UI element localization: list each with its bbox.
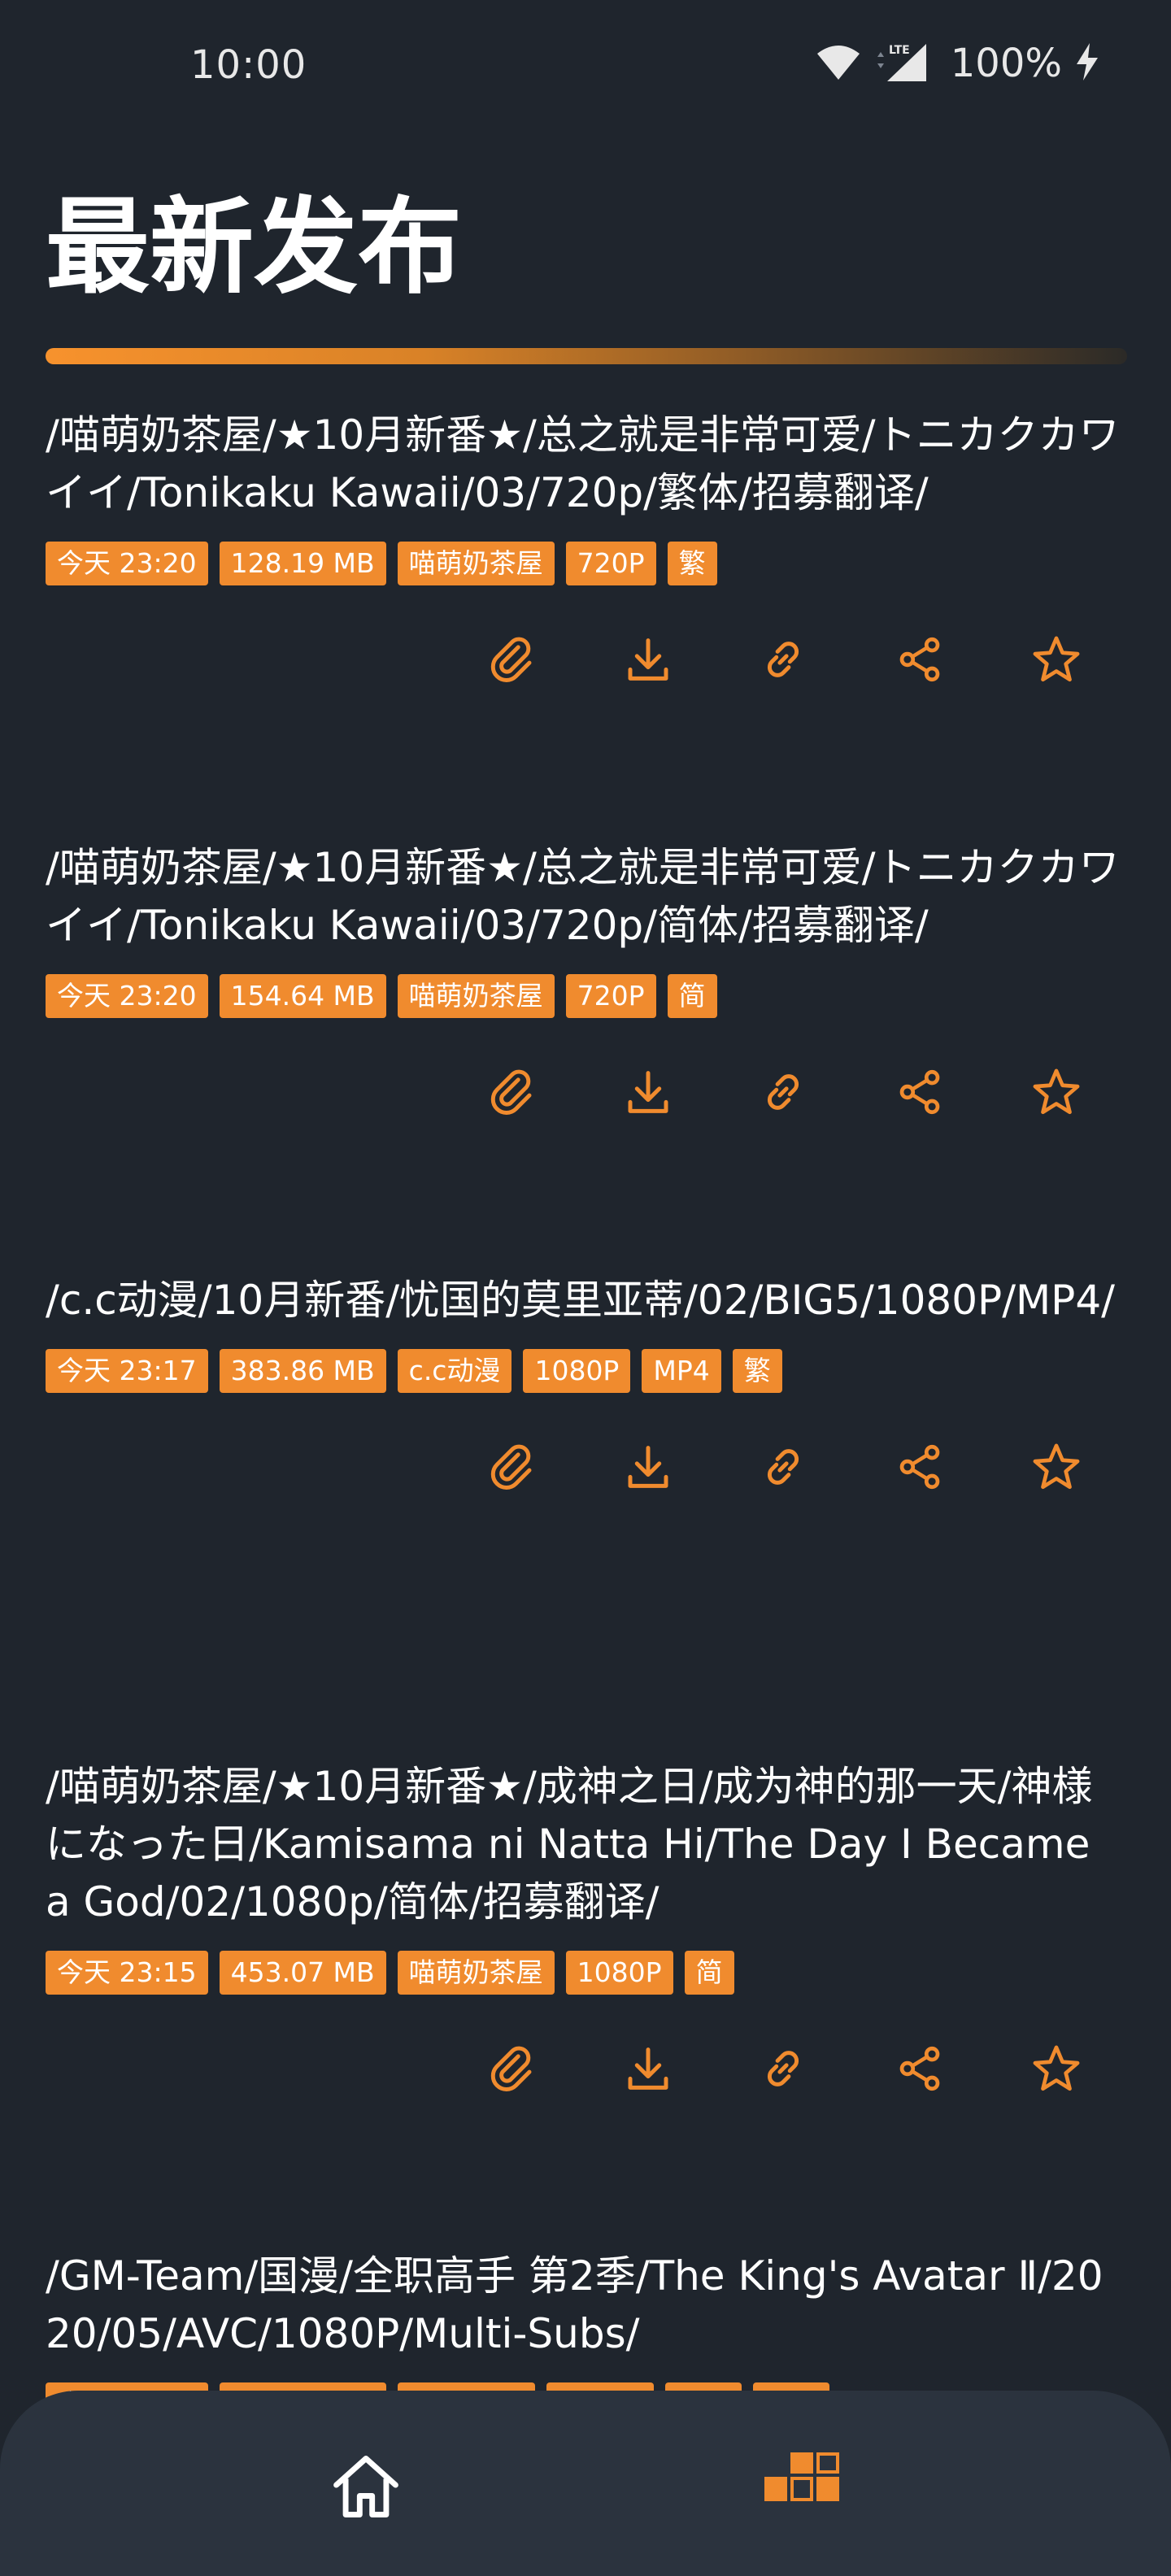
share-icon[interactable] [891,631,948,688]
tag-size: 128.19 MB [219,542,386,585]
share-icon[interactable] [891,1438,948,1495]
star-icon[interactable] [1028,1064,1085,1120]
tag-size: 383.86 MB [219,1349,386,1393]
status-time: 10:00 [190,42,307,88]
tag-team[interactable]: 喵萌奶茶屋 [397,974,555,1018]
wifi-icon [816,42,861,85]
tag-language: 繁 [667,542,717,585]
tag-language: 简 [684,1951,734,1995]
release-feed: /喵萌奶茶屋/★10月新番★/总之就是非常可爱/トニカクカワイイ/Tonikak… [46,407,1127,2491]
link-icon[interactable] [755,2040,812,2097]
post-title[interactable]: /喵萌奶茶屋/★10月新番★/总之就是非常可爱/トニカクカワイイ/Tonikak… [46,407,1127,522]
post-actions [46,1064,1127,1202]
page-title: 最新发布 [46,187,463,308]
download-icon[interactable] [620,1064,677,1120]
charging-icon [1073,41,1101,85]
post-title[interactable]: /c.c动漫/10月新番/忧国的莫里亚蒂/02/BIG5/1080P/MP4/ [46,1272,1127,1329]
post-title[interactable]: /GM-Team/国漫/全职高手 第2季/The King's Avatar Ⅱ… [46,2247,1127,2363]
tag-language: 繁 [732,1349,782,1393]
post-actions [46,2040,1127,2178]
post-item[interactable]: /喵萌奶茶屋/★10月新番★/成神之日/成为神的那一天/神様になった日/Kami… [46,1758,1127,2247]
share-icon[interactable] [891,2040,948,2097]
share-icon[interactable] [891,1064,948,1120]
tag-format: MP4 [642,1349,721,1393]
tag-time: 今天 23:17 [46,1349,208,1393]
home-icon[interactable] [329,2449,403,2524]
download-icon[interactable] [620,2040,677,2097]
status-icons: LTE 100% [816,39,1101,88]
tag-size: 453.07 MB [219,1951,386,1995]
post-title[interactable]: /喵萌奶茶屋/★10月新番★/总之就是非常可爱/トニカクカワイイ/Tonikak… [46,839,1127,955]
star-icon[interactable] [1028,2040,1085,2097]
tag-team[interactable]: 喵萌奶茶屋 [397,542,555,585]
post-item[interactable]: /喵萌奶茶屋/★10月新番★/总之就是非常可爱/トニカクカワイイ/Tonikak… [46,839,1127,1272]
star-icon[interactable] [1028,1438,1085,1495]
tag-resolution: 720P [565,974,656,1018]
status-bar: 10:00 LTE 100% [0,0,1171,130]
link-icon[interactable] [755,631,812,688]
tag-time: 今天 23:20 [46,974,208,1018]
tag-resolution: 1080P [523,1349,631,1393]
post-actions [46,1438,1127,1577]
tag-team[interactable]: c.c动漫 [397,1349,512,1393]
tag-resolution: 1080P [565,1951,673,1995]
paperclip-icon[interactable] [483,1064,540,1120]
tag-time: 今天 23:15 [46,1951,208,1995]
paperclip-icon[interactable] [483,1438,540,1495]
tag-size: 154.64 MB [219,974,386,1018]
tag-team[interactable]: 喵萌奶茶屋 [397,1951,555,1995]
blocks-icon[interactable] [764,2452,839,2506]
cellular-icon: LTE [873,41,931,86]
paperclip-icon[interactable] [483,2040,540,2097]
download-icon[interactable] [620,631,677,688]
post-title[interactable]: /喵萌奶茶屋/★10月新番★/成神之日/成为神的那一天/神様になった日/Kami… [46,1758,1127,1931]
post-tags: 今天 23:15 453.07 MB 喵萌奶茶屋 1080P 简 [46,1951,1127,1995]
download-icon[interactable] [620,1438,677,1495]
post-tags: 今天 23:20 154.64 MB 喵萌奶茶屋 720P 简 [46,974,1127,1018]
post-item[interactable]: /c.c动漫/10月新番/忧国的莫里亚蒂/02/BIG5/1080P/MP4/ … [46,1272,1127,1758]
post-tags: 今天 23:17 383.86 MB c.c动漫 1080P MP4 繁 [46,1349,1127,1393]
battery-percent: 100% [950,41,1062,86]
link-icon[interactable] [755,1438,812,1495]
paperclip-icon[interactable] [483,631,540,688]
link-icon[interactable] [755,1064,812,1120]
tag-language: 简 [667,974,717,1018]
tag-time: 今天 23:20 [46,542,208,585]
network-label: LTE [889,44,910,57]
tag-resolution: 720P [565,542,656,585]
post-actions [46,631,1127,769]
star-icon[interactable] [1028,631,1085,688]
post-item[interactable]: /喵萌奶茶屋/★10月新番★/总之就是非常可爱/トニカクカワイイ/Tonikak… [46,407,1127,839]
bottom-navigation [0,2391,1171,2576]
title-divider [46,348,1127,364]
post-tags: 今天 23:20 128.19 MB 喵萌奶茶屋 720P 繁 [46,542,1127,585]
